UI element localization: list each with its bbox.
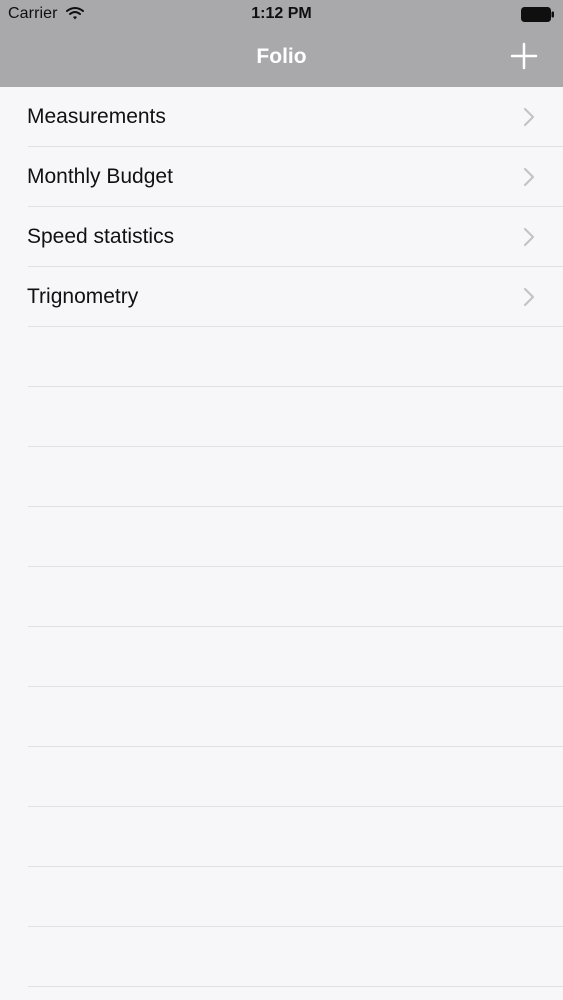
list-item[interactable]: Measurements <box>0 87 563 147</box>
chevron-right-icon <box>523 227 535 247</box>
chevron-right-icon <box>523 287 535 307</box>
list-item[interactable]: Monthly Budget <box>0 147 563 207</box>
empty-row <box>0 507 563 567</box>
empty-row <box>0 987 563 1000</box>
empty-row <box>0 687 563 747</box>
status-time: 1:12 PM <box>251 5 312 22</box>
empty-row <box>0 387 563 447</box>
list-item[interactable]: Trignometry <box>0 267 563 327</box>
list-item-label: Trignometry <box>27 285 139 308</box>
list-item-label: Measurements <box>27 105 166 128</box>
empty-row <box>0 627 563 687</box>
status-bar: Carrier 1:12 PM <box>0 0 563 28</box>
empty-row <box>0 867 563 927</box>
folio-list: Measurements Monthly Budget Speed statis… <box>0 87 563 1000</box>
empty-row <box>0 747 563 807</box>
chevron-right-icon <box>523 107 535 127</box>
plus-icon <box>510 42 538 70</box>
empty-row <box>0 327 563 387</box>
battery-icon <box>521 7 554 22</box>
empty-row <box>0 447 563 507</box>
top-bar: Carrier 1:12 PM Folio <box>0 0 563 87</box>
list-item[interactable]: Speed statistics <box>0 207 563 267</box>
chevron-right-icon <box>523 167 535 187</box>
empty-row <box>0 567 563 627</box>
empty-row <box>0 807 563 867</box>
list-item-label: Monthly Budget <box>27 165 173 188</box>
list-item-label: Speed statistics <box>27 225 175 248</box>
page-title: Folio <box>256 45 307 68</box>
navigation-bar: Folio <box>0 28 563 87</box>
add-button[interactable] <box>505 35 543 75</box>
empty-row <box>0 927 563 987</box>
